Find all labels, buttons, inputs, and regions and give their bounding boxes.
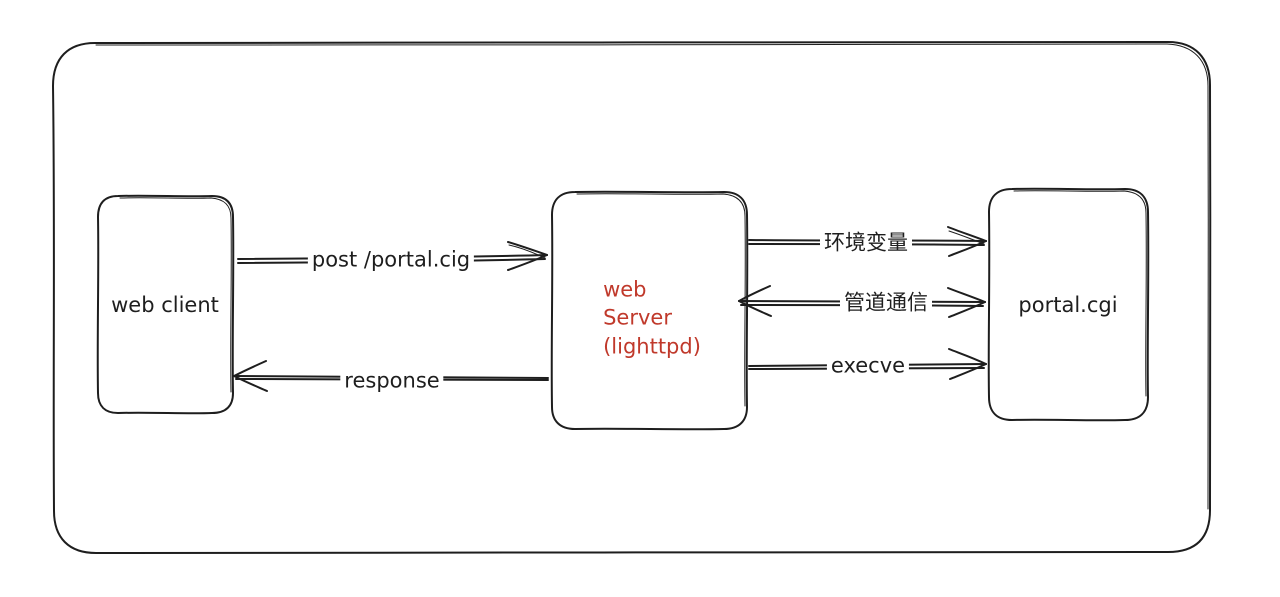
diagram-canvas: web client web Server (lighttpd) portal.…	[0, 0, 1280, 597]
portal-cgi-label: portal.cgi	[1018, 292, 1118, 317]
server-label-line2: Server	[603, 305, 672, 330]
web-client-label: web client	[111, 292, 219, 317]
server-label-line3: (lighttpd)	[603, 334, 701, 359]
request-label: post /portal.cig	[307, 249, 475, 271]
env-label: 环境变量	[820, 232, 912, 254]
pipe-label: 管道通信	[840, 292, 932, 314]
exec-label: execve	[826, 355, 910, 377]
server-label-line1: web	[603, 277, 647, 302]
response-label: response	[340, 370, 444, 392]
web-server-label: web Server (lighttpd)	[603, 275, 701, 360]
